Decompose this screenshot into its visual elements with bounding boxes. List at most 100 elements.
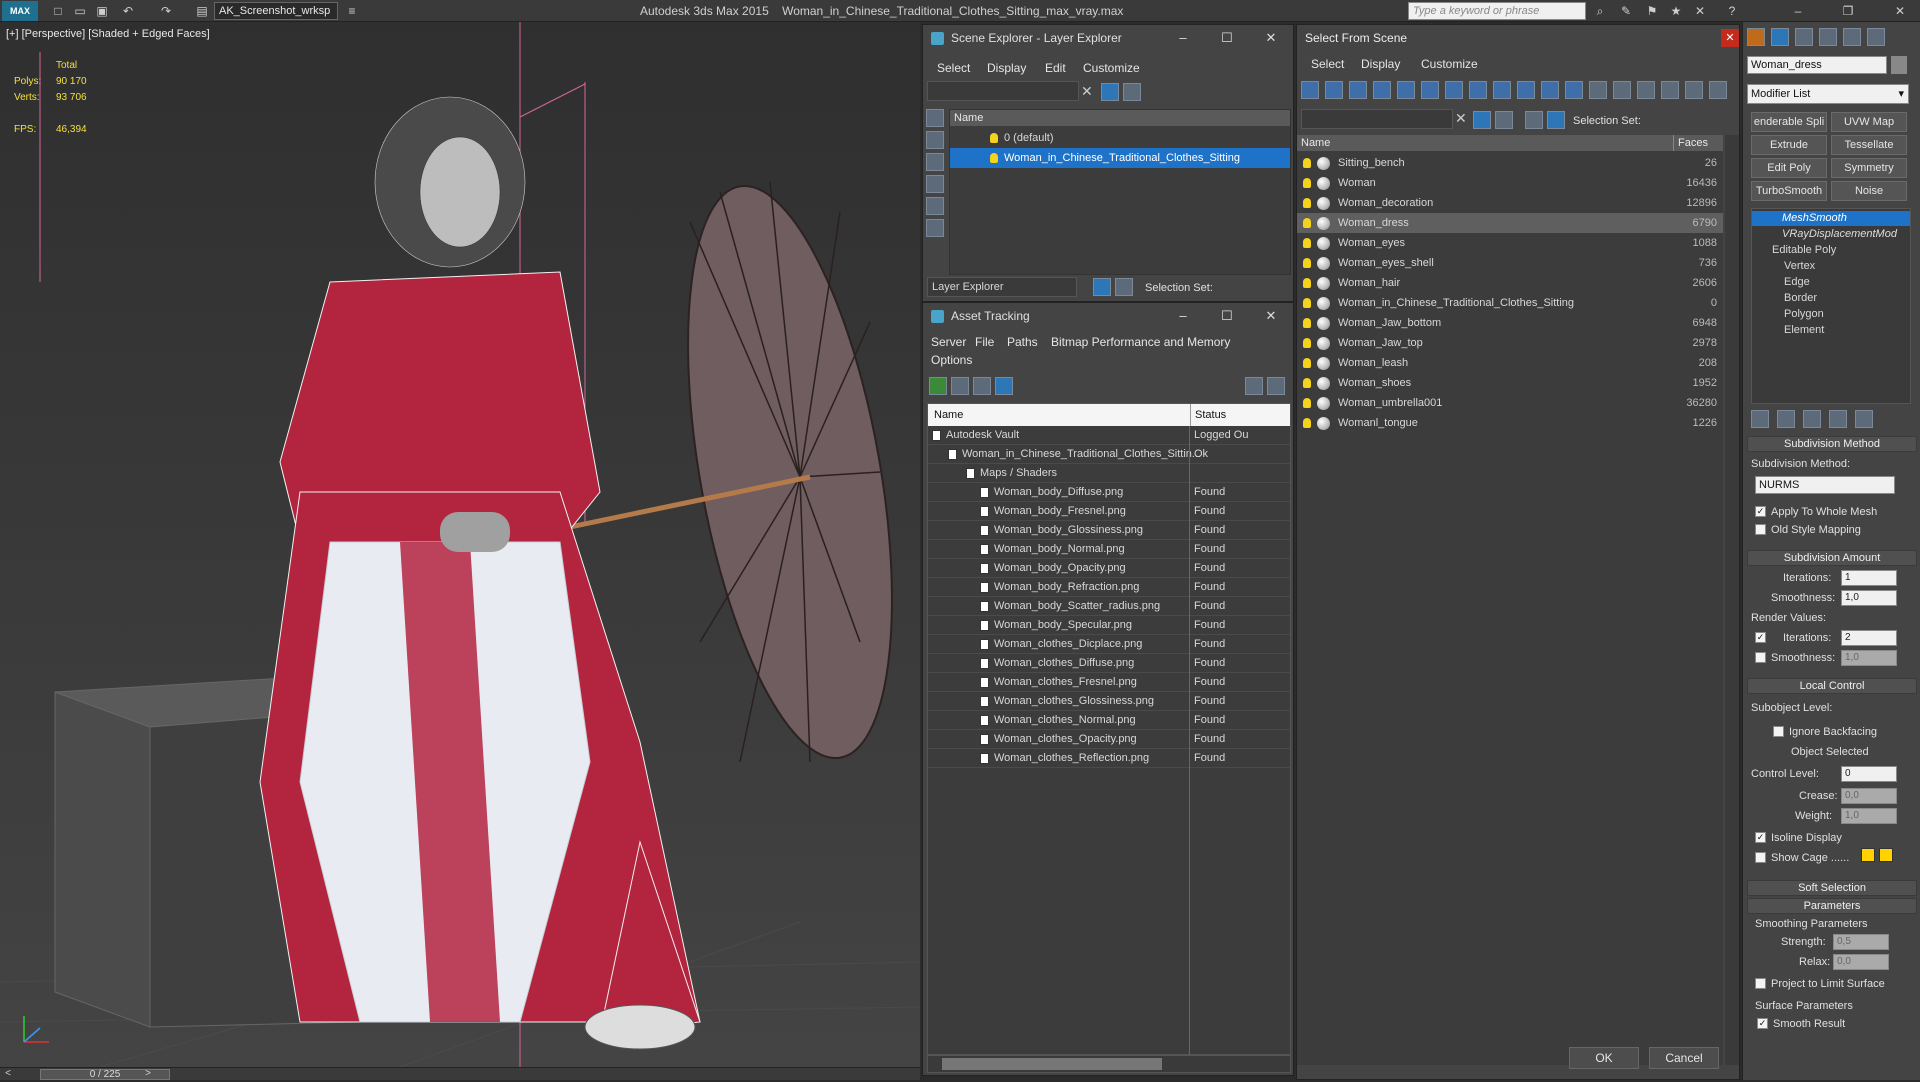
column-header-name[interactable]: Name — [950, 110, 1290, 126]
object-row[interactable]: Woman_hair 2606 — [1297, 273, 1723, 293]
visibility-icon[interactable] — [1303, 158, 1311, 169]
render-smoothness-spinner[interactable]: 1,0 — [1841, 650, 1897, 666]
hierarchy-icon[interactable] — [1547, 111, 1565, 129]
filter-options-icon[interactable] — [1661, 81, 1679, 99]
project-folder-icon[interactable]: ▤ — [194, 3, 210, 19]
iterations-spinner[interactable]: 1 — [1841, 570, 1897, 586]
ignore-backfacing-checkbox[interactable] — [1773, 726, 1784, 737]
asset-row[interactable]: Woman_body_Refraction.png Found — [928, 578, 1290, 597]
visibility-icon[interactable] — [1303, 278, 1311, 289]
clear-search-icon[interactable]: ✕ — [1081, 83, 1093, 100]
visibility-icon[interactable] — [1303, 258, 1311, 269]
crease-spinner[interactable]: 0,0 — [1841, 788, 1897, 804]
object-row[interactable]: Womanl_tongue 1226 — [1297, 413, 1723, 433]
turbosmooth-button[interactable]: TurboSmooth — [1751, 181, 1827, 201]
invert-selection-icon[interactable] — [1637, 81, 1655, 99]
horizontal-scrollbar[interactable] — [927, 1055, 1291, 1073]
display-hidden-icon[interactable] — [1565, 81, 1583, 99]
display-shapes-icon[interactable] — [926, 131, 944, 149]
filter-icon[interactable] — [1473, 111, 1491, 129]
menu-customize[interactable]: Customize — [1421, 57, 1478, 71]
column-header-faces[interactable]: Faces — [1673, 135, 1708, 151]
display-lights-icon[interactable] — [926, 153, 944, 171]
show-end-result-icon[interactable] — [1777, 410, 1795, 428]
close-icon[interactable]: ✕ — [1249, 25, 1293, 51]
vertical-scrollbar[interactable] — [1725, 135, 1739, 1065]
strength-spinner[interactable]: 0,5 — [1833, 934, 1889, 950]
object-row[interactable]: Woman_umbrella001 36280 — [1297, 393, 1723, 413]
undo-icon[interactable]: ↶ — [120, 3, 136, 19]
display-lights-icon[interactable] — [1349, 81, 1367, 99]
render-iterations-spinner[interactable]: 2 — [1841, 630, 1897, 646]
asset-row[interactable]: Woman_clothes_Fresnel.png Found — [928, 673, 1290, 692]
stack-item-vertex[interactable]: Vertex — [1752, 259, 1910, 274]
scrollbar-thumb[interactable] — [942, 1058, 1162, 1070]
display-bones-icon[interactable] — [1493, 81, 1511, 99]
layer-icon[interactable] — [1525, 111, 1543, 129]
render-iterations-checkbox[interactable]: ✓ — [1755, 632, 1766, 643]
redo-icon[interactable]: ↷ — [158, 3, 174, 19]
display-cameras-icon[interactable] — [926, 175, 944, 193]
close-icon[interactable]: ✕ — [1721, 29, 1739, 47]
asset-row[interactable]: Woman_clothes_Opacity.png Found — [928, 730, 1290, 749]
settings-icon[interactable] — [1267, 377, 1285, 395]
binoculars-icon[interactable]: ⌕ — [1592, 3, 1608, 19]
display-groups-icon[interactable] — [1445, 81, 1463, 99]
search-input[interactable] — [927, 81, 1079, 101]
stack-item-polygon[interactable]: Polygon — [1752, 307, 1910, 322]
asset-row[interactable]: Woman_body_Specular.png Found — [928, 616, 1290, 635]
display-geometry-icon[interactable] — [1301, 81, 1319, 99]
rollout-local-control[interactable]: Local Control — [1747, 678, 1917, 694]
object-color-swatch[interactable] — [1891, 56, 1907, 74]
perspective-viewport[interactable]: [+] [Perspective] [Shaded + Edged Faces]… — [0, 22, 920, 1067]
viewport-label[interactable]: [+] [Perspective] [Shaded + Edged Faces] — [6, 28, 210, 40]
table-view-icon[interactable] — [995, 377, 1013, 395]
filter-icon[interactable] — [1101, 83, 1119, 101]
asset-row[interactable]: Woman_body_Fresnel.png Found — [928, 502, 1290, 521]
layer-visibility-icon[interactable] — [990, 133, 998, 144]
stack-item-editable-poly[interactable]: Editable Poly — [1752, 243, 1910, 258]
rollout-parameters[interactable]: Parameters — [1747, 898, 1917, 914]
layer-explorer-icon[interactable] — [1093, 278, 1111, 296]
object-row[interactable]: Woman_in_Chinese_Traditional_Clothes_Sit… — [1297, 293, 1723, 313]
close-icon[interactable]: ✕ — [1892, 3, 1908, 19]
select-none-icon[interactable] — [1613, 81, 1631, 99]
asset-row[interactable]: Woman_clothes_Dicplace.png Found — [928, 635, 1290, 654]
minimize-icon[interactable]: – — [1161, 25, 1205, 51]
select-all-icon[interactable] — [1589, 81, 1607, 99]
keyword-search-input[interactable]: Type a keyword or phrase — [1408, 2, 1586, 20]
visibility-icon[interactable] — [1303, 418, 1311, 429]
symmetry-button[interactable]: Symmetry — [1831, 158, 1907, 178]
menu-display[interactable]: Display — [987, 61, 1026, 75]
object-row[interactable]: Sitting_bench 26 — [1297, 153, 1723, 173]
apply-whole-mesh-checkbox[interactable]: ✓ — [1755, 506, 1766, 517]
object-row[interactable]: Woman_shoes 1952 — [1297, 373, 1723, 393]
display-shapes-icon[interactable] — [1325, 81, 1343, 99]
layer-row-selected[interactable]: Woman_in_Chinese_Traditional_Clothes_Sit… — [950, 148, 1290, 168]
asset-row[interactable]: Maps / Shaders — [928, 464, 1290, 483]
smooth-result-checkbox[interactable]: ✓ — [1757, 1018, 1768, 1029]
minimize-icon[interactable]: – — [1161, 303, 1205, 329]
object-row[interactable]: Woman_dress 6790 — [1297, 213, 1723, 233]
display-spacewarps-icon[interactable] — [1421, 81, 1439, 99]
app-logo-icon[interactable]: MAX — [2, 1, 38, 21]
stack-item-meshsmooth[interactable]: MeshSmooth — [1752, 211, 1910, 226]
menu-display[interactable]: Display — [1361, 57, 1400, 71]
asset-row[interactable]: Woman_clothes_Reflection.png Found — [928, 749, 1290, 768]
hierarchy-icon[interactable] — [1115, 278, 1133, 296]
menu-select[interactable]: Select — [1311, 57, 1344, 71]
create-tab-icon[interactable] — [1747, 28, 1765, 46]
minimize-icon[interactable]: – — [1790, 3, 1806, 19]
display-spacewarps-icon[interactable] — [926, 219, 944, 237]
stack-item-vraydisplacement[interactable]: VRayDisplacementMod — [1752, 227, 1910, 242]
modifier-list-dropdown[interactable]: Modifier List ▾ — [1747, 84, 1909, 104]
project-limit-checkbox[interactable] — [1755, 978, 1766, 989]
visibility-icon[interactable] — [1303, 338, 1311, 349]
column-header-name[interactable]: Name — [934, 404, 963, 426]
edit-poly-button[interactable]: Edit Poly — [1751, 158, 1827, 178]
cancel-button[interactable]: Cancel — [1649, 1047, 1719, 1069]
motion-tab-icon[interactable] — [1819, 28, 1837, 46]
cage-color-swatch[interactable] — [1861, 848, 1875, 862]
display-helpers-icon[interactable] — [926, 197, 944, 215]
visibility-icon[interactable] — [1303, 238, 1311, 249]
